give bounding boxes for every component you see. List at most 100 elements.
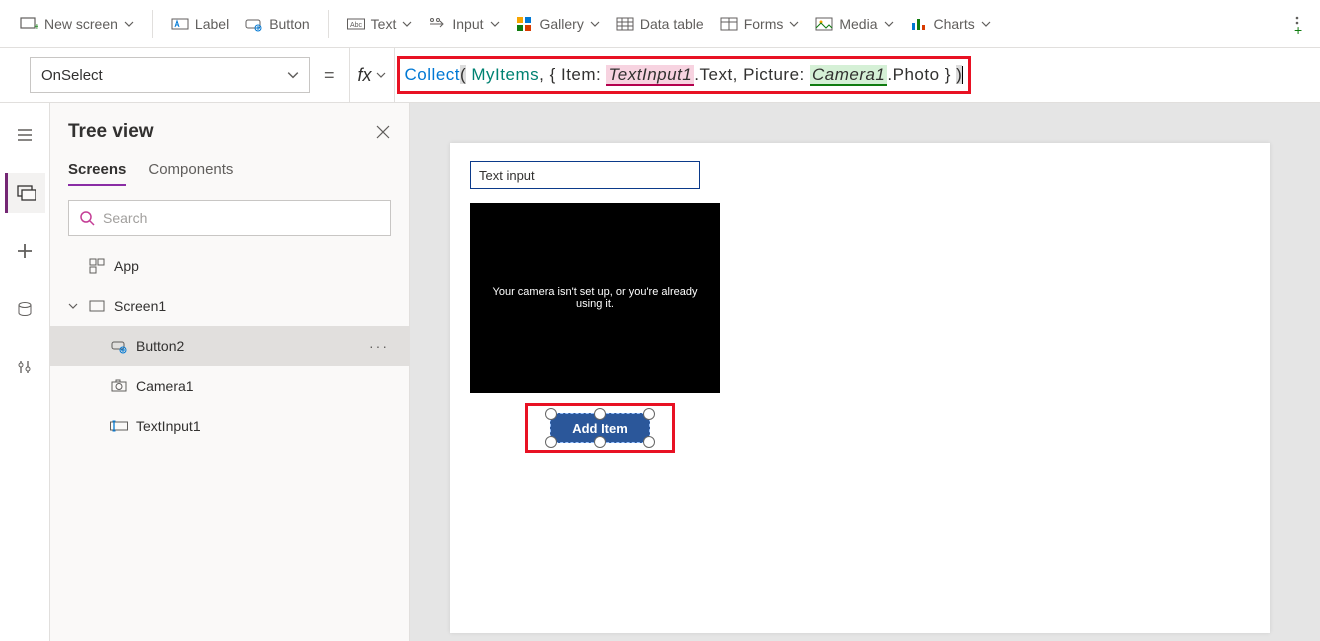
tree-item-camera1[interactable]: Camera1 — [50, 366, 409, 406]
more-icon[interactable]: ··· — [369, 338, 389, 354]
rail-insert[interactable] — [5, 231, 45, 271]
input-icon — [428, 15, 446, 33]
insert-gallery-button[interactable]: Gallery — [508, 9, 608, 39]
equals-sign: = — [310, 65, 349, 86]
datatable-label: Data table — [640, 16, 704, 32]
textinput-icon — [110, 417, 128, 435]
app-screen[interactable]: Text input Your camera isn't set up, or … — [450, 143, 1270, 633]
formula-highlight: Collect( MyItems, { Item: TextInput1.Tex… — [397, 56, 972, 94]
svg-text:+: + — [1294, 22, 1302, 35]
tree-label: Camera1 — [136, 378, 194, 394]
insert-label-button[interactable]: Label — [163, 9, 237, 39]
forms-icon — [720, 15, 738, 33]
separator — [152, 10, 153, 38]
screen-icon — [88, 297, 106, 315]
separator — [328, 10, 329, 38]
formula-bar[interactable]: Collect( MyItems, { Item: TextInput1.Tex… — [405, 65, 964, 85]
charts-label: Charts — [934, 16, 975, 32]
fx-button[interactable]: fx — [349, 48, 395, 103]
resize-handle-ne[interactable] — [643, 408, 655, 420]
close-icon[interactable] — [375, 124, 391, 140]
button-icon — [110, 337, 128, 355]
forms-label: Forms — [744, 16, 784, 32]
tree-item-app[interactable]: App — [50, 246, 409, 286]
tree-tabs: Screens Components — [68, 161, 391, 186]
tree-view-title: Tree view — [68, 121, 154, 143]
gallery-icon — [516, 15, 534, 33]
insert-media-button[interactable]: Media — [807, 9, 901, 39]
screen-icon: + — [20, 15, 38, 33]
tree-list: App Screen1 Button2 ··· Camera1 TextInpu… — [50, 246, 409, 446]
insert-input-button[interactable]: Input — [420, 9, 507, 39]
tab-screens[interactable]: Screens — [68, 161, 126, 186]
svg-text:+: + — [34, 22, 38, 33]
insert-button-button[interactable]: Button — [237, 9, 317, 39]
search-placeholder: Search — [103, 210, 147, 226]
tree-label: Button2 — [136, 338, 184, 354]
input-label: Input — [452, 16, 483, 32]
fx-label: fx — [358, 65, 372, 86]
tree-item-button2[interactable]: Button2 ··· — [50, 326, 409, 366]
chevron-down-icon — [789, 19, 799, 29]
canvas-textinput[interactable]: Text input — [470, 161, 700, 189]
text-label: Text — [371, 16, 397, 32]
label-label: Label — [195, 16, 229, 32]
button-text: Add Item — [572, 421, 628, 436]
chevron-down-icon[interactable] — [68, 301, 80, 311]
insert-text-button[interactable]: Abc Text — [339, 9, 421, 39]
resize-handle-sw[interactable] — [545, 436, 557, 448]
tree-view-panel: Tree view Screens Components Search App … — [50, 103, 410, 641]
button-highlight: Add Item — [525, 403, 675, 453]
property-selector[interactable]: OnSelect — [30, 57, 310, 93]
ribbon-overflow[interactable]: + — [1290, 13, 1308, 35]
property-name: OnSelect — [41, 67, 103, 84]
search-icon — [79, 210, 95, 226]
svg-text:Abc: Abc — [350, 22, 363, 29]
insert-datatable-button[interactable]: Data table — [608, 9, 712, 39]
gallery-label: Gallery — [540, 16, 584, 32]
search-input[interactable]: Search — [68, 200, 391, 236]
tree-label: Screen1 — [114, 298, 166, 314]
ribbon-toolbar: + New screen Label Button Abc Text Input… — [0, 0, 1320, 48]
rail-hamburger[interactable] — [5, 115, 45, 155]
rail-data[interactable] — [5, 289, 45, 329]
canvas-camera[interactable]: Your camera isn't set up, or you're alre… — [470, 203, 720, 393]
resize-handle-n[interactable] — [594, 408, 606, 420]
textinput-placeholder: Text input — [479, 168, 535, 183]
new-screen-button[interactable]: + New screen — [12, 9, 142, 39]
resize-handle-se[interactable] — [643, 436, 655, 448]
rail-treeview[interactable] — [5, 173, 45, 213]
canvas-area[interactable]: Text input Your camera isn't set up, or … — [410, 103, 1320, 641]
left-rail — [0, 103, 50, 641]
main-area: Tree view Screens Components Search App … — [0, 103, 1320, 641]
tree-item-screen1[interactable]: Screen1 — [50, 286, 409, 326]
tree-label: App — [114, 258, 139, 274]
tree-item-textinput1[interactable]: TextInput1 — [50, 406, 409, 446]
button-icon — [245, 15, 263, 33]
camera-message: Your camera isn't set up, or you're alre… — [480, 286, 710, 310]
canvas-button-additem[interactable]: Add Item — [550, 413, 650, 443]
chevron-down-icon — [590, 19, 600, 29]
chevron-down-icon — [376, 70, 386, 80]
insert-charts-button[interactable]: Charts — [902, 9, 999, 39]
chevron-down-icon — [124, 19, 134, 29]
text-cursor — [962, 66, 963, 84]
tab-components[interactable]: Components — [148, 161, 233, 186]
text-icon: Abc — [347, 15, 365, 33]
camera-icon — [110, 377, 128, 395]
chevron-down-icon — [287, 69, 299, 81]
label-icon — [171, 15, 189, 33]
resize-handle-s[interactable] — [594, 436, 606, 448]
chevron-down-icon — [402, 19, 412, 29]
button-label: Button — [269, 16, 309, 32]
insert-forms-button[interactable]: Forms — [712, 9, 808, 39]
rail-tools[interactable] — [5, 347, 45, 387]
formula-row: OnSelect = fx Collect( MyItems, { Item: … — [0, 48, 1320, 103]
tree-label: TextInput1 — [136, 418, 201, 434]
resize-handle-nw[interactable] — [545, 408, 557, 420]
chevron-down-icon — [981, 19, 991, 29]
media-label: Media — [839, 16, 877, 32]
datatable-icon — [616, 15, 634, 33]
app-icon — [88, 257, 106, 275]
media-icon — [815, 15, 833, 33]
